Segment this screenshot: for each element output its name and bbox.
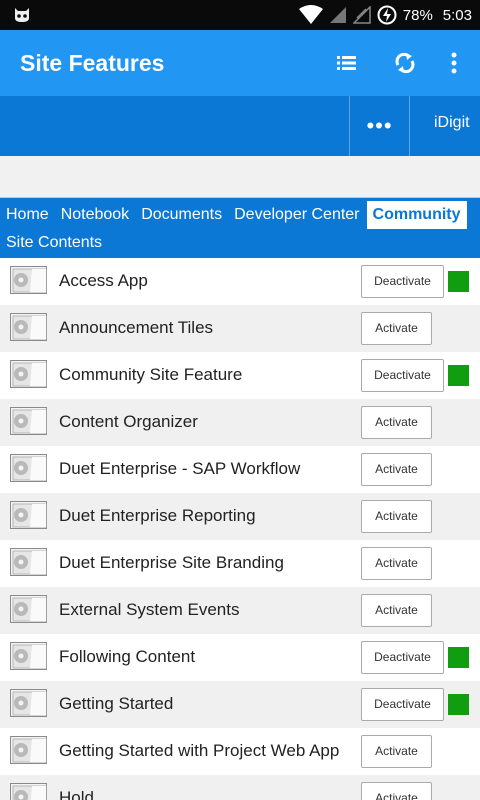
feature-icon bbox=[10, 736, 48, 765]
android-debug-icon bbox=[15, 8, 29, 22]
feature-name: Getting Started with Project Web App bbox=[59, 741, 340, 760]
feature-icon bbox=[10, 783, 48, 800]
feature-name: Access App bbox=[59, 271, 148, 290]
feature-icon bbox=[10, 454, 48, 483]
deactivate-button[interactable]: Deactivate bbox=[361, 265, 444, 298]
feature-list: Access App Deactivate Announcement Tiles Ac… bbox=[0, 258, 480, 800]
deactivate-button[interactable]: Deactivate bbox=[361, 359, 444, 392]
feature-row: Duet Enterprise Site Branding Activate bbox=[0, 540, 480, 587]
feature-name: Duet Enterprise Site Branding bbox=[59, 553, 284, 572]
signal-empty-icon bbox=[352, 6, 371, 24]
activate-button[interactable]: Activate bbox=[361, 735, 432, 768]
feature-icon bbox=[10, 689, 48, 718]
feature-icon bbox=[10, 360, 48, 389]
activate-button[interactable]: Activate bbox=[361, 312, 432, 345]
app-bar: Site Features bbox=[0, 30, 480, 96]
activate-button[interactable]: Activate bbox=[361, 406, 432, 439]
activate-button[interactable]: Activate bbox=[361, 594, 432, 627]
feature-name: External System Events bbox=[59, 600, 240, 619]
top-nav-tabs: Home Notebook Documents Developer Center Com… bbox=[0, 200, 468, 230]
spacer bbox=[0, 156, 480, 198]
feature-row: Following Content Deactivate bbox=[0, 634, 480, 681]
feature-name: Duet Enterprise Reporting bbox=[59, 506, 256, 525]
feature-row: Hold Activate bbox=[0, 775, 480, 800]
feature-row: External System Events Activate bbox=[0, 587, 480, 634]
more-menu-button[interactable]: ••• bbox=[350, 108, 409, 144]
active-status-indicator bbox=[448, 365, 469, 386]
tab-notebook[interactable]: Notebook bbox=[55, 200, 136, 230]
feature-row: Getting Started with Project Web App Acti… bbox=[0, 728, 480, 775]
site-name-link[interactable]: iDigit bbox=[434, 114, 470, 132]
activate-button[interactable]: Activate bbox=[361, 782, 432, 800]
feature-name: Following Content bbox=[59, 647, 196, 666]
battery-charging-icon bbox=[377, 5, 397, 25]
feature-icon bbox=[10, 266, 48, 295]
refresh-icon[interactable] bbox=[390, 48, 420, 78]
tab-documents[interactable]: Documents bbox=[135, 200, 228, 230]
feature-icon bbox=[10, 313, 48, 342]
activate-button[interactable]: Activate bbox=[361, 500, 432, 533]
activate-button[interactable]: Activate bbox=[361, 453, 432, 486]
tab-developer-center[interactable]: Developer Center bbox=[228, 200, 365, 230]
site-header-band: ••• iDigit bbox=[0, 96, 480, 156]
divider bbox=[409, 96, 410, 156]
tab-community[interactable]: Community bbox=[365, 200, 468, 230]
deactivate-button[interactable]: Deactivate bbox=[361, 641, 444, 674]
battery-percent: 78% bbox=[402, 6, 433, 24]
feature-name: Announcement Tiles bbox=[59, 318, 214, 337]
feature-icon bbox=[10, 407, 48, 436]
feature-icon bbox=[10, 548, 48, 577]
site-navigation: Home Notebook Documents Developer Center Com… bbox=[0, 198, 480, 258]
nav-site-contents[interactable]: Site Contents bbox=[6, 234, 102, 252]
feature-row: Duet Enterprise Reporting Activate bbox=[0, 493, 480, 540]
wifi-icon bbox=[298, 5, 323, 24]
feature-name: Duet Enterprise - SAP Workflow bbox=[59, 459, 301, 478]
tab-home[interactable]: Home bbox=[0, 200, 55, 230]
feature-row: Access App Deactivate bbox=[0, 258, 480, 305]
feature-row: Duet Enterprise - SAP Workflow Activate bbox=[0, 446, 480, 493]
list-icon[interactable] bbox=[332, 48, 362, 78]
feature-icon bbox=[10, 501, 48, 530]
active-status-indicator bbox=[448, 694, 469, 715]
feature-row: Community Site Feature Deactivate bbox=[0, 352, 480, 399]
clock: 5:03 bbox=[442, 6, 472, 24]
active-status-indicator bbox=[448, 271, 469, 292]
page-title: Site Features bbox=[20, 50, 165, 76]
status-bar: 78% 5:03 bbox=[0, 0, 480, 30]
feature-row: Content Organizer Activate bbox=[0, 399, 480, 446]
feature-name: Hold bbox=[59, 788, 94, 800]
deactivate-button[interactable]: Deactivate bbox=[361, 688, 444, 721]
more-vert-icon[interactable] bbox=[439, 48, 469, 78]
feature-icon bbox=[10, 642, 48, 671]
signal-icon bbox=[329, 7, 346, 23]
feature-name: Getting Started bbox=[59, 694, 174, 713]
activate-button[interactable]: Activate bbox=[361, 547, 432, 580]
feature-row: Getting Started Deactivate bbox=[0, 681, 480, 728]
active-status-indicator bbox=[448, 647, 469, 668]
feature-icon bbox=[10, 595, 48, 624]
feature-name: Community Site Feature bbox=[59, 365, 243, 384]
feature-row: Announcement Tiles Activate bbox=[0, 305, 480, 352]
feature-name: Content Organizer bbox=[59, 412, 198, 431]
